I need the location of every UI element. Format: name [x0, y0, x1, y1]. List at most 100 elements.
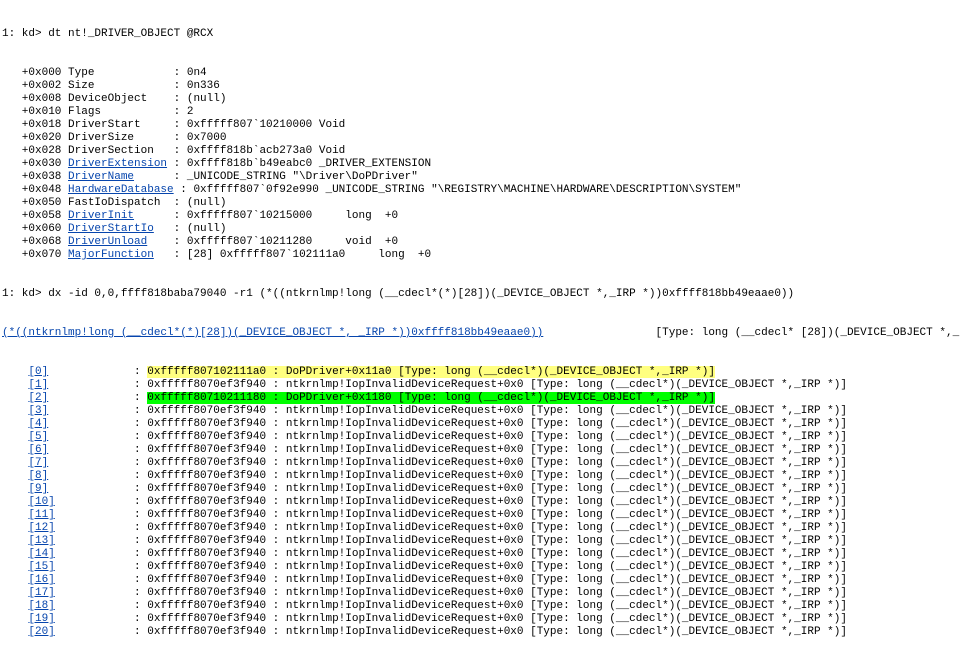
field-value: : 0xfffff807`10215000 long +0 — [134, 210, 398, 222]
entry-index-link[interactable]: [15] — [28, 561, 54, 573]
field-name: FastIoDispatch — [68, 197, 160, 209]
field-name[interactable]: DriverInit — [68, 210, 134, 222]
entry-value: 0xfffff807102111a0 : DoPDriver+0x11a0 [T… — [147, 366, 715, 378]
field-name[interactable]: HardwareDatabase — [68, 184, 174, 196]
array-entry: [9] : 0xfffff8070ef3f940 : ntkrnlmp!IopI… — [2, 483, 960, 496]
entry-value: 0xfffff8070ef3f940 : ntkrnlmp!IopInvalid… — [147, 535, 847, 547]
struct-field: +0x008 DeviceObject : (null) — [2, 93, 960, 106]
entry-index-link[interactable]: [10] — [28, 496, 54, 508]
dx-header-link[interactable]: (*((ntkrnlmp!long (__cdecl*(*)[28])(_DEV… — [2, 327, 543, 339]
entry-index-link[interactable]: [2] — [28, 392, 48, 404]
entry-value: 0xfffff8070ef3f940 : ntkrnlmp!IopInvalid… — [147, 522, 847, 534]
entry-index-link[interactable]: [16] — [28, 574, 54, 586]
entry-index-link[interactable]: [5] — [28, 431, 48, 443]
entry-index-link[interactable]: [7] — [28, 457, 48, 469]
field-offset: +0x030 — [2, 158, 68, 170]
entry-value: 0xfffff8070ef3f940 : ntkrnlmp!IopInvalid… — [147, 405, 847, 417]
cmd-line-1: 1: kd> dt nt!_DRIVER_OBJECT @RCX — [2, 28, 960, 41]
field-value: : (null) — [147, 93, 226, 105]
array-entry: [7] : 0xfffff8070ef3f940 : ntkrnlmp!IopI… — [2, 457, 960, 470]
struct-field: +0x048 HardwareDatabase : 0xfffff807`0f9… — [2, 184, 960, 197]
field-offset: +0x018 — [2, 119, 68, 131]
field-name: DriverSection — [68, 145, 154, 157]
entry-index-link[interactable]: [8] — [28, 470, 48, 482]
field-offset: +0x048 — [2, 184, 68, 196]
array-entry: [19] : 0xfffff8070ef3f940 : ntkrnlmp!Iop… — [2, 613, 960, 626]
field-offset: +0x068 — [2, 236, 68, 248]
struct-field: +0x038 DriverName : _UNICODE_STRING "\Dr… — [2, 171, 960, 184]
entry-value: 0xfffff8070ef3f940 : ntkrnlmp!IopInvalid… — [147, 470, 847, 482]
array-entry: [0] : 0xfffff807102111a0 : DoPDriver+0x1… — [2, 366, 960, 379]
entry-value: 0xfffff80710211180 : DoPDriver+0x1180 [T… — [147, 392, 715, 404]
field-name: Flags — [68, 106, 101, 118]
field-name[interactable]: DriverStartIo — [68, 223, 154, 235]
field-value: : 2 — [101, 106, 193, 118]
struct-field: +0x068 DriverUnload : 0xfffff807`1021128… — [2, 236, 960, 249]
field-value: : (null) — [160, 197, 226, 209]
struct-field: +0x002 Size : 0n336 — [2, 80, 960, 93]
entry-value: 0xfffff8070ef3f940 : ntkrnlmp!IopInvalid… — [147, 587, 847, 599]
dx-header-tail: [Type: long (__cdecl* [28])(_DEVICE_OBJE… — [543, 327, 960, 339]
entry-index-link[interactable]: [11] — [28, 509, 54, 521]
entry-index-link[interactable]: [17] — [28, 587, 54, 599]
struct-field: +0x000 Type : 0n4 — [2, 67, 960, 80]
entry-index-link[interactable]: [1] — [28, 379, 48, 391]
field-offset: +0x010 — [2, 106, 68, 118]
entry-value: 0xfffff8070ef3f940 : ntkrnlmp!IopInvalid… — [147, 574, 847, 586]
field-value: : 0xffff818b`acb273a0 Void — [154, 145, 345, 157]
entry-value: 0xfffff8070ef3f940 : ntkrnlmp!IopInvalid… — [147, 496, 847, 508]
array-entry: [16] : 0xfffff8070ef3f940 : ntkrnlmp!Iop… — [2, 574, 960, 587]
field-name: Type — [68, 67, 94, 79]
struct-field: +0x058 DriverInit : 0xfffff807`10215000 … — [2, 210, 960, 223]
field-offset: +0x060 — [2, 223, 68, 235]
array-entry: [12] : 0xfffff8070ef3f940 : ntkrnlmp!Iop… — [2, 522, 960, 535]
entry-index-link[interactable]: [4] — [28, 418, 48, 430]
entry-index-link[interactable]: [13] — [28, 535, 54, 547]
entry-index-link[interactable]: [19] — [28, 613, 54, 625]
debugger-output: 1: kd> dt nt!_DRIVER_OBJECT @RCX +0x000 … — [0, 0, 960, 654]
array-entry: [10] : 0xfffff8070ef3f940 : ntkrnlmp!Iop… — [2, 496, 960, 509]
array-entry: [2] : 0xfffff80710211180 : DoPDriver+0x1… — [2, 392, 960, 405]
entry-value: 0xfffff8070ef3f940 : ntkrnlmp!IopInvalid… — [147, 418, 847, 430]
entry-value: 0xfffff8070ef3f940 : ntkrnlmp!IopInvalid… — [147, 613, 847, 625]
field-name: Size — [68, 80, 94, 92]
struct-field: +0x030 DriverExtension : 0xffff818b`b49e… — [2, 158, 960, 171]
entry-index-link[interactable]: [0] — [28, 366, 48, 378]
field-offset: +0x050 — [2, 197, 68, 209]
struct-field: +0x028 DriverSection : 0xffff818b`acb273… — [2, 145, 960, 158]
array-entry: [18] : 0xfffff8070ef3f940 : ntkrnlmp!Iop… — [2, 600, 960, 613]
entry-value: 0xfffff8070ef3f940 : ntkrnlmp!IopInvalid… — [147, 483, 847, 495]
array-entry: [11] : 0xfffff8070ef3f940 : ntkrnlmp!Iop… — [2, 509, 960, 522]
field-offset: +0x020 — [2, 132, 68, 144]
entry-index-link[interactable]: [18] — [28, 600, 54, 612]
entry-index-link[interactable]: [14] — [28, 548, 54, 560]
field-offset: +0x000 — [2, 67, 68, 79]
struct-field: +0x050 FastIoDispatch : (null) — [2, 197, 960, 210]
array-entry: [6] : 0xfffff8070ef3f940 : ntkrnlmp!IopI… — [2, 444, 960, 457]
field-name[interactable]: DriverExtension — [68, 158, 167, 170]
field-offset: +0x070 — [2, 249, 68, 261]
field-name[interactable]: DriverUnload — [68, 236, 147, 248]
field-value: : 0n4 — [94, 67, 206, 79]
field-name[interactable]: MajorFunction — [68, 249, 154, 261]
array-entry: [20] : 0xfffff8070ef3f940 : ntkrnlmp!Iop… — [2, 626, 960, 639]
entry-value: 0xfffff8070ef3f940 : ntkrnlmp!IopInvalid… — [147, 444, 847, 456]
entry-value: 0xfffff8070ef3f940 : ntkrnlmp!IopInvalid… — [147, 561, 847, 573]
array-entry: [4] : 0xfffff8070ef3f940 : ntkrnlmp!IopI… — [2, 418, 960, 431]
field-offset: +0x002 — [2, 80, 68, 92]
entry-index-link[interactable]: [12] — [28, 522, 54, 534]
field-name: DriverSize — [68, 132, 134, 144]
entry-index-link[interactable]: [9] — [28, 483, 48, 495]
field-value: : 0n336 — [94, 80, 219, 92]
array-entry: [8] : 0xfffff8070ef3f940 : ntkrnlmp!IopI… — [2, 470, 960, 483]
field-name: DeviceObject — [68, 93, 147, 105]
struct-field: +0x020 DriverSize : 0x7000 — [2, 132, 960, 145]
entry-index-link[interactable]: [6] — [28, 444, 48, 456]
entry-value: 0xfffff8070ef3f940 : ntkrnlmp!IopInvalid… — [147, 548, 847, 560]
entry-index-link[interactable]: [20] — [28, 626, 54, 638]
field-offset: +0x028 — [2, 145, 68, 157]
field-value: : 0xfffff807`10211280 void +0 — [147, 236, 398, 248]
field-value: : 0x7000 — [134, 132, 226, 144]
field-name[interactable]: DriverName — [68, 171, 134, 183]
entry-index-link[interactable]: [3] — [28, 405, 48, 417]
